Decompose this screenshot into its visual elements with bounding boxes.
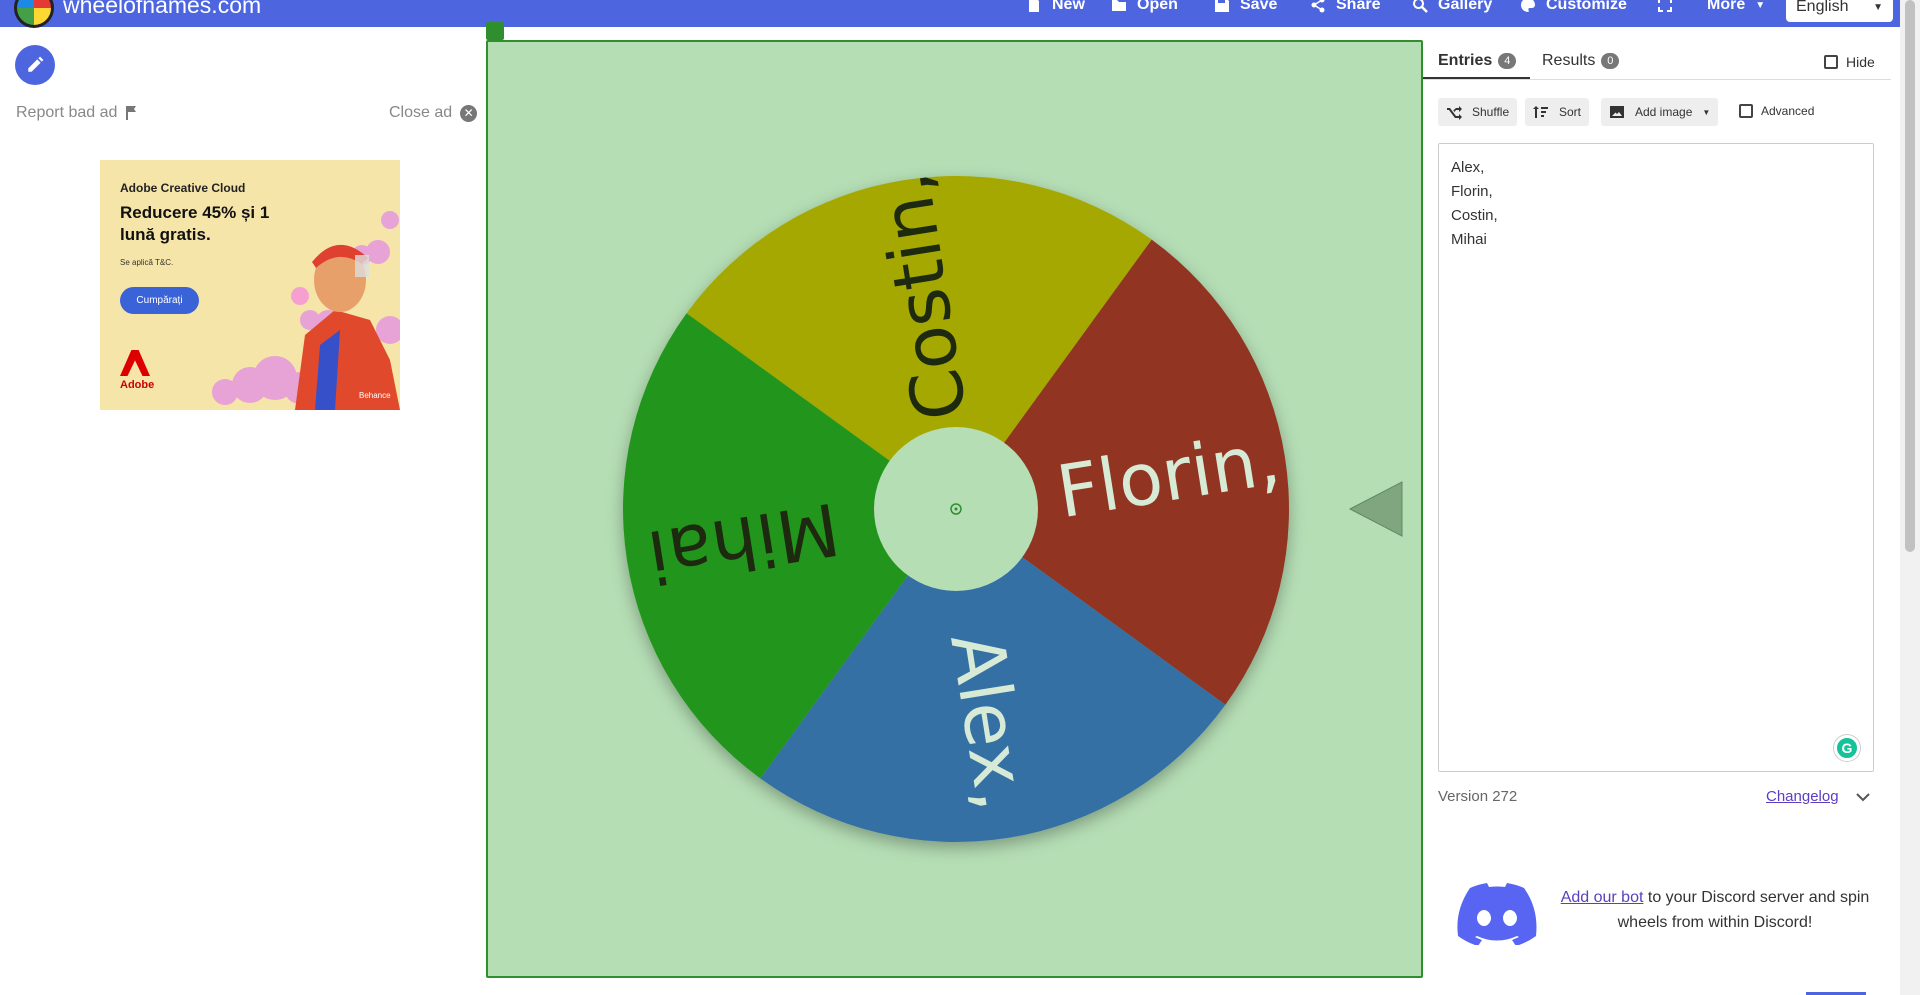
advanced-checkbox[interactable]: Advanced xyxy=(1739,104,1814,118)
file-icon xyxy=(1029,0,1039,12)
search-icon xyxy=(1413,0,1428,13)
entries-count-badge: 4 xyxy=(1498,53,1517,69)
ad-cta-button[interactable]: Cumpărați xyxy=(120,287,199,314)
folder-open-icon xyxy=(1112,0,1126,11)
site-name[interactable]: wheelofnames.com xyxy=(63,0,261,19)
chevron-down-icon: ▼ xyxy=(1702,107,1711,117)
customize-button[interactable]: Customize xyxy=(1520,0,1627,16)
image-icon xyxy=(1610,106,1624,118)
add-bot-link[interactable]: Add our bot xyxy=(1561,889,1644,906)
results-count-badge: 0 xyxy=(1601,53,1620,69)
sort-icon xyxy=(1533,106,1548,118)
pencil-icon xyxy=(28,56,44,72)
checkbox-icon[interactable] xyxy=(1739,104,1753,118)
advertisement[interactable]: Adobe Creative Cloud Reducere 45% și 1 l… xyxy=(100,160,400,410)
checkbox-icon[interactable] xyxy=(1824,55,1838,69)
grammarly-icon[interactable]: G xyxy=(1834,735,1860,761)
scrollbar-thumb[interactable] xyxy=(1905,0,1915,552)
chevron-down-icon: ▼ xyxy=(1755,0,1766,11)
palette-icon xyxy=(1521,0,1535,12)
tab-results[interactable]: Results 0 xyxy=(1542,52,1620,70)
wheel-resize-handle[interactable] xyxy=(486,22,504,40)
tab-entries[interactable]: Entries 4 xyxy=(1438,52,1517,70)
fullscreen-icon xyxy=(1658,0,1672,12)
language-select[interactable]: English ▼ xyxy=(1786,0,1893,22)
hide-checkbox[interactable]: Hide xyxy=(1824,54,1875,70)
more-dropdown[interactable]: More ▼ xyxy=(1707,0,1765,16)
share-button[interactable]: Share xyxy=(1310,0,1380,16)
entries-textarea[interactable]: Alex, Florin, Costin, Mihai xyxy=(1438,143,1874,772)
share-icon xyxy=(1311,0,1325,13)
version-label: Version 272 xyxy=(1438,788,1518,805)
sort-button[interactable]: Sort xyxy=(1525,98,1590,126)
close-icon: ✕ xyxy=(460,104,478,122)
tab-divider xyxy=(1423,79,1891,80)
wheel-container[interactable]: Costin, Florin, Alex, Mihai xyxy=(486,40,1423,978)
close-ad-link[interactable]: Close ad ✕ xyxy=(389,104,478,122)
report-ad-link[interactable]: Report bad ad xyxy=(16,104,139,122)
edit-button[interactable] xyxy=(15,45,55,85)
top-bar: wheelofnames.com New Open Save Share Gal… xyxy=(0,0,1900,28)
save-button[interactable]: Save xyxy=(1214,0,1277,16)
chevron-down-icon: ▼ xyxy=(1873,1,1883,13)
flag-icon xyxy=(126,106,137,120)
changelog-link[interactable]: Changelog xyxy=(1766,788,1839,805)
ad-terms: Se aplică T&C. xyxy=(120,258,174,267)
shuffle-icon xyxy=(1447,106,1462,120)
add-image-dropdown[interactable]: Add image ▼ xyxy=(1601,98,1719,126)
ad-brand: Adobe Creative Cloud xyxy=(120,181,246,195)
floppy-disk-icon xyxy=(1215,0,1229,12)
behance-logo: Behance xyxy=(359,391,391,400)
ad-headline: Reducere 45% și 1 lună gratis. xyxy=(120,203,270,245)
adobe-logo-text: Adobe xyxy=(120,379,155,391)
shuffle-button[interactable]: Shuffle xyxy=(1438,98,1518,126)
chevron-down-icon[interactable] xyxy=(1853,787,1873,807)
open-button[interactable]: Open xyxy=(1111,0,1178,16)
logo-icon[interactable] xyxy=(14,0,54,28)
fullscreen-button[interactable] xyxy=(1657,0,1673,16)
discord-icon xyxy=(1457,883,1537,945)
new-button[interactable]: New xyxy=(1026,0,1085,16)
discord-promo: Add our bot to your Discord server and s… xyxy=(1560,889,1870,931)
wheel-canvas[interactable]: Costin,Florin,Alex,Mihai xyxy=(488,42,1421,976)
wheel-pointer-icon xyxy=(1348,481,1403,537)
gallery-button[interactable]: Gallery xyxy=(1412,0,1492,16)
